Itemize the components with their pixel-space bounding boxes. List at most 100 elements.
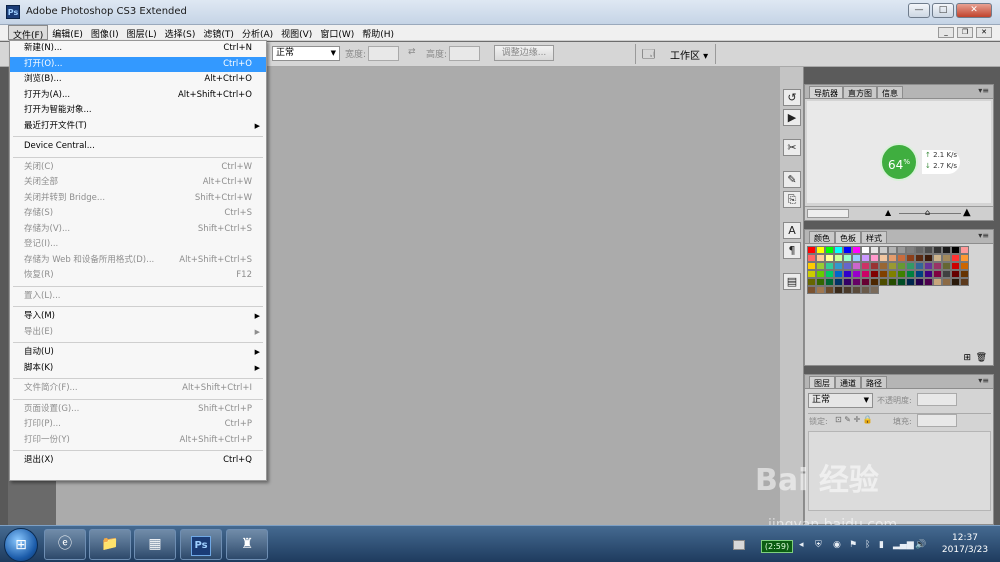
color-swatch[interactable] [906,262,915,270]
file-menu-item[interactable]: 自动(U) ▶ [10,345,266,361]
color-swatch[interactable] [924,270,933,278]
menu-item-4[interactable]: 选择(S) [161,25,200,40]
menu-item-2[interactable]: 图像(I) [87,25,123,40]
zoom-out-icon[interactable]: ▲ [885,208,891,217]
panel-tab[interactable]: 图层 [809,376,835,388]
color-swatch[interactable] [933,246,942,254]
color-swatch[interactable] [807,262,816,270]
doc-minimize-icon[interactable]: _ [938,27,954,38]
color-swatch[interactable] [825,270,834,278]
color-swatch[interactable] [834,278,843,286]
close-button[interactable]: ✕ [956,3,992,18]
shield-icon[interactable]: ⛨ [815,540,822,550]
mode-select[interactable]: 正常 ▼ [272,46,340,61]
color-swatch[interactable] [924,262,933,270]
color-swatch[interactable] [906,270,915,278]
network-usage-badge[interactable]: 64% [880,143,918,181]
color-swatch[interactable] [852,286,861,294]
color-swatch[interactable] [879,278,888,286]
file-menu-item[interactable]: Device Central... [10,139,266,155]
color-swatch[interactable] [861,246,870,254]
file-menu-item[interactable]: 打开为智能对象... [10,103,266,119]
color-swatch[interactable] [924,254,933,262]
color-swatch[interactable] [870,286,879,294]
color-swatch[interactable] [807,254,816,262]
color-swatch[interactable] [906,254,915,262]
color-swatch[interactable] [843,286,852,294]
color-swatch[interactable] [843,262,852,270]
color-swatch[interactable] [951,246,960,254]
menu-item-7[interactable]: 视图(V) [277,25,316,40]
volume-icon[interactable]: 🔊 [915,540,926,550]
color-swatch[interactable] [816,278,825,286]
tray-arrow-icon[interactable]: ◂ [799,540,804,550]
workspace-button[interactable]: 工作区 ▾ [670,47,708,62]
color-swatch[interactable] [915,262,924,270]
color-swatch[interactable] [897,246,906,254]
color-swatch[interactable] [843,270,852,278]
color-swatch[interactable] [807,246,816,254]
tool-presets-icon[interactable]: ✂ [783,139,801,156]
lock-icons[interactable]: ⊡ ✎ ✛ 🔒 [835,415,873,424]
color-swatch[interactable] [906,246,915,254]
color-swatch[interactable] [861,286,870,294]
notes-icon[interactable]: ▦ [134,529,176,560]
ie-icon[interactable]: ⓔ [44,529,86,560]
zoom-input[interactable] [807,209,849,218]
color-swatch[interactable] [888,254,897,262]
color-swatch[interactable] [897,254,906,262]
color-swatch[interactable] [879,270,888,278]
color-swatch[interactable] [951,254,960,262]
color-swatch[interactable] [915,254,924,262]
panel-tab[interactable]: 路径 [861,376,887,388]
color-swatch[interactable] [834,262,843,270]
menu-item-8[interactable]: 窗口(W) [316,25,358,40]
doc-close-icon[interactable]: ✕ [976,27,992,38]
character-icon[interactable]: A [783,222,801,239]
color-swatch[interactable] [942,278,951,286]
color-swatch[interactable] [879,254,888,262]
color-swatch[interactable] [870,278,879,286]
minimize-button[interactable]: — [908,3,930,18]
zoom-in-icon[interactable]: ▲ [963,207,971,218]
color-swatch[interactable] [852,254,861,262]
color-swatch[interactable] [960,254,969,262]
clock[interactable]: 12:37 2017/3/23 [935,532,995,556]
blend-mode-select[interactable]: 正常 ▼ [808,393,873,408]
color-swatch[interactable] [861,270,870,278]
menu-item-1[interactable]: 编辑(E) [48,25,87,40]
color-swatch[interactable] [825,278,834,286]
color-swatch[interactable] [888,262,897,270]
color-swatch[interactable] [933,262,942,270]
new-swatch-icon[interactable]: ⊞ [963,353,971,363]
color-swatch[interactable] [888,270,897,278]
color-swatch[interactable] [870,270,879,278]
fill-input[interactable] [917,414,957,427]
color-swatch[interactable] [924,278,933,286]
color-swatch[interactable] [816,246,825,254]
color-swatch[interactable] [897,262,906,270]
zoom-slider-handle[interactable]: ⌂ [925,208,930,217]
color-swatch[interactable] [861,254,870,262]
color-swatch[interactable] [825,262,834,270]
trash-icon[interactable]: 🗑 [976,353,987,363]
brushes-icon[interactable]: ✎ [783,171,801,188]
color-swatch[interactable] [807,286,816,294]
panel-tab[interactable]: 导航器 [809,86,843,98]
paragraph-icon[interactable]: ¶ [783,242,801,259]
color-swatch[interactable] [825,254,834,262]
actions-icon[interactable]: ▶ [783,109,801,126]
menu-item-9[interactable]: 帮助(H) [358,25,398,40]
color-swatch[interactable] [852,270,861,278]
file-menu-item[interactable]: 打开(O)... Ctrl+O [10,56,266,72]
maximize-button[interactable]: □ [932,3,954,18]
color-swatch[interactable] [942,254,951,262]
color-swatch[interactable] [843,278,852,286]
panel-menu-icon[interactable]: ▾≡ [978,376,989,385]
color-swatch[interactable] [933,278,942,286]
width-input[interactable] [368,46,399,61]
panel-menu-icon[interactable]: ▾≡ [978,231,989,240]
panel-tab[interactable]: 样式 [861,231,887,243]
color-swatch[interactable] [870,246,879,254]
color-swatch[interactable] [888,278,897,286]
